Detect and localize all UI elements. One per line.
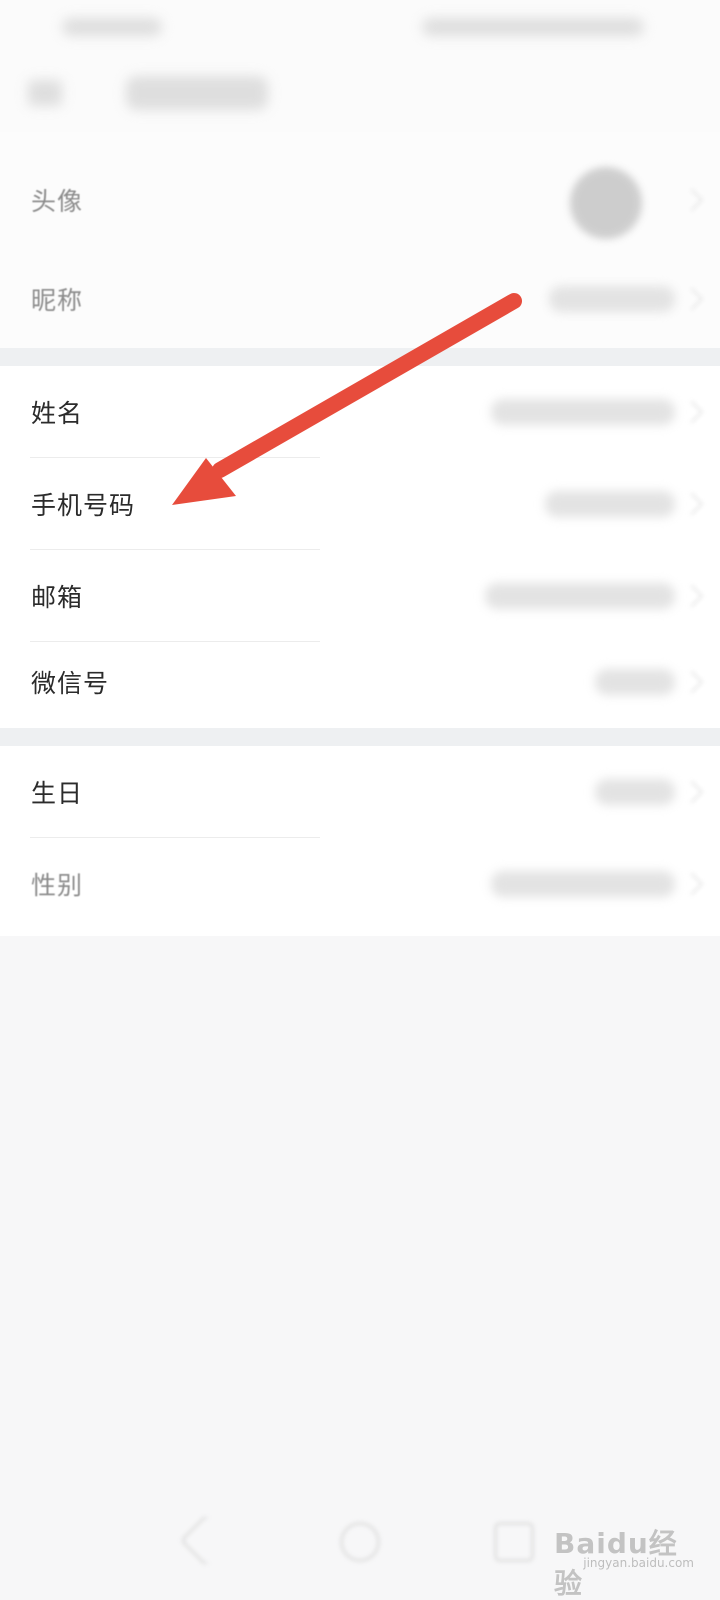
name-label: 姓名 [31, 399, 84, 428]
recent-apps-icon[interactable] [494, 1522, 534, 1562]
chevron-right-icon [680, 400, 704, 424]
blurred-nickname-value [549, 286, 675, 312]
contact-info-section: 姓名 手机号码 邮箱 微信号 [0, 366, 720, 728]
phone-label: 手机号码 [31, 491, 136, 520]
status-bar [0, 0, 720, 56]
chevron-right-icon [680, 492, 704, 516]
app-header [0, 56, 720, 132]
profile-settings-screen: 头像 昵称 姓名 手机号码 邮箱 微信号 生日 性别 Baidu经验 jingy… [0, 0, 720, 1600]
section-divider [0, 728, 720, 746]
home-nav-icon[interactable] [340, 1522, 380, 1562]
blurred-gender-value [491, 871, 675, 897]
name-row[interactable]: 姓名 [0, 366, 720, 458]
blurred-phone-value [545, 491, 675, 517]
avatar [570, 167, 642, 239]
personal-details-section: 生日 性别 [0, 746, 720, 936]
back-nav-icon[interactable] [179, 1514, 232, 1567]
nickname-label: 昵称 [31, 286, 84, 315]
blurred-carrier-info [62, 18, 162, 36]
profile-section: 头像 昵称 [0, 132, 720, 348]
chevron-right-icon [680, 872, 704, 896]
gender-label: 性别 [31, 871, 84, 900]
back-icon[interactable] [28, 80, 62, 106]
birthday-label: 生日 [31, 779, 84, 808]
watermark-url: jingyan.baidu.com [583, 1556, 694, 1570]
blurred-name-value [491, 399, 675, 425]
chevron-right-icon [680, 780, 704, 804]
wechat-row[interactable]: 微信号 [0, 636, 720, 728]
wechat-label: 微信号 [31, 669, 110, 698]
avatar-label: 头像 [31, 187, 84, 216]
section-divider [0, 348, 720, 366]
chevron-right-icon [680, 287, 704, 311]
birthday-row[interactable]: 生日 [0, 746, 720, 838]
chevron-right-icon [680, 188, 704, 212]
blurred-birthday-value [595, 779, 675, 805]
avatar-row[interactable]: 头像 [0, 147, 720, 253]
nickname-row[interactable]: 昵称 [0, 253, 720, 345]
blurred-status-icons [422, 18, 644, 36]
email-label: 邮箱 [31, 583, 84, 612]
chevron-right-icon [680, 670, 704, 694]
chevron-right-icon [680, 584, 704, 608]
blurred-email-value [485, 583, 675, 609]
baidu-jingyan-watermark: Baidu经验 jingyan.baidu.com [554, 1522, 694, 1600]
gender-row[interactable]: 性别 [0, 838, 720, 930]
blurred-page-title [126, 76, 268, 110]
email-row[interactable]: 邮箱 [0, 550, 720, 642]
blurred-wechat-value [595, 669, 675, 695]
phone-row[interactable]: 手机号码 [0, 458, 720, 550]
